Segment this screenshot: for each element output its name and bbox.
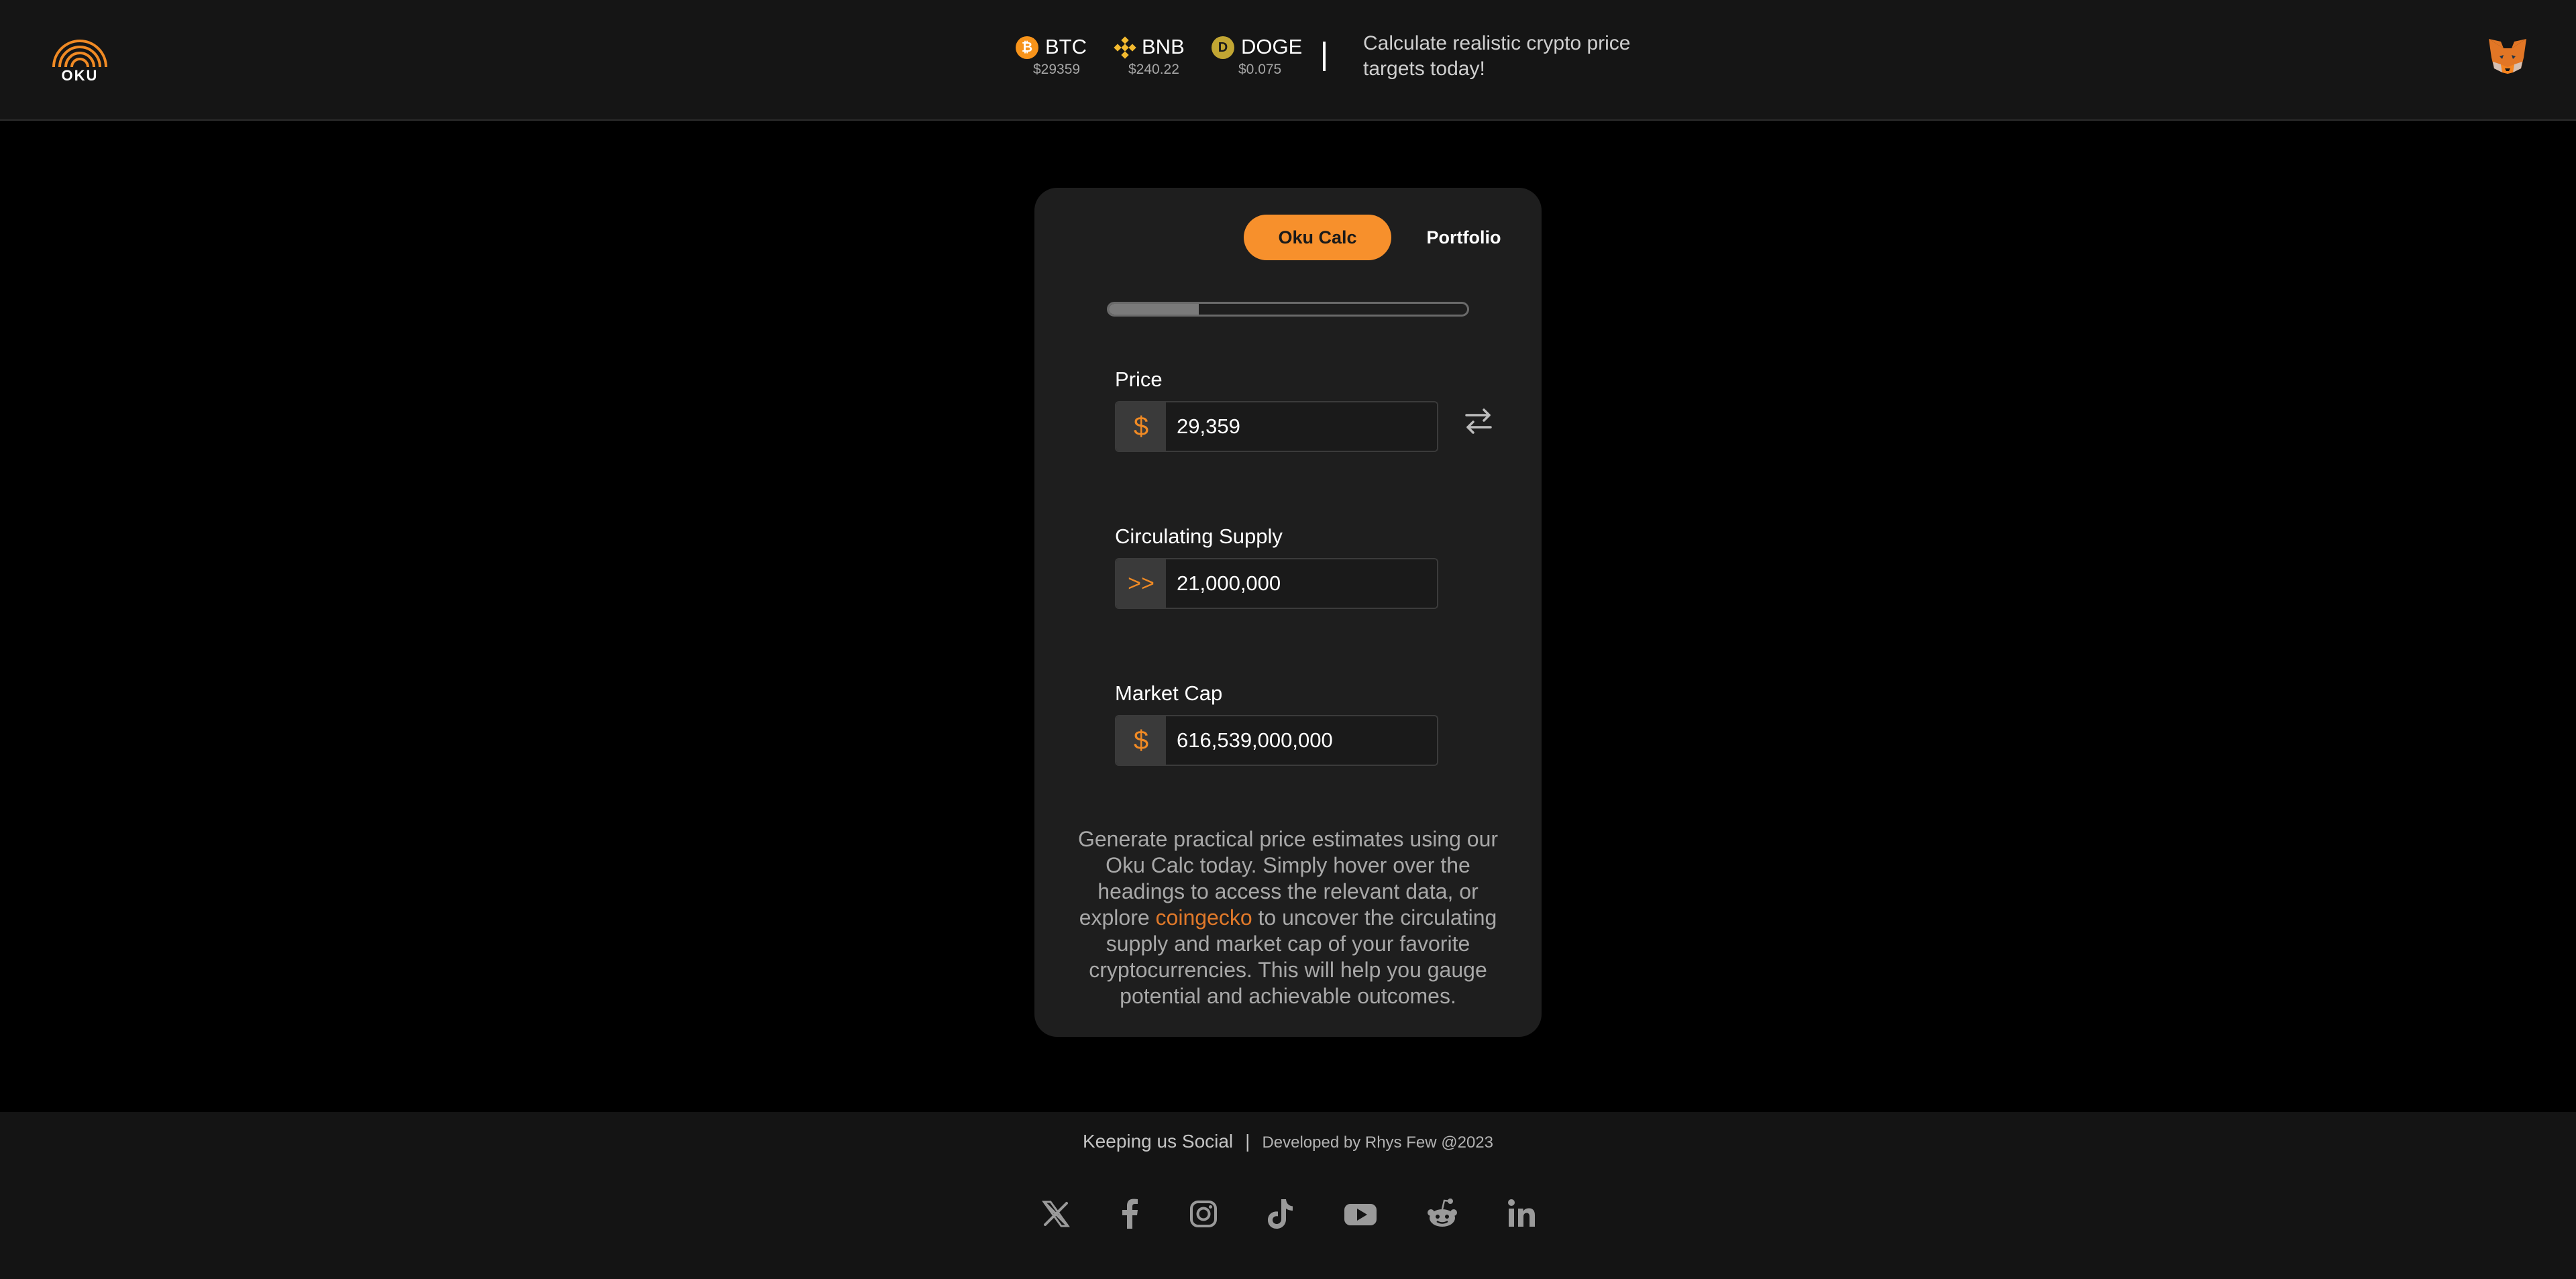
tiktok-icon[interactable]: [1260, 1194, 1300, 1234]
oku-logo-icon: [52, 40, 107, 68]
facebook-icon[interactable]: [1110, 1194, 1150, 1234]
supply-label[interactable]: Circulating Supply: [1115, 524, 1283, 549]
oku-logo[interactable]: OKU: [51, 23, 109, 87]
market-cap-label[interactable]: Market Cap: [1115, 681, 1222, 706]
progress-bar: [1107, 302, 1469, 317]
ticker-symbol: DOGE: [1241, 35, 1303, 58]
x-icon[interactable]: [1036, 1194, 1076, 1234]
price-field: $: [1115, 401, 1438, 452]
supply-input[interactable]: [1166, 559, 1437, 608]
ticker-btc: ₿ BTC $29359: [1016, 34, 1089, 80]
logo-text: OKU: [61, 67, 99, 84]
ticker-price: $29359: [1033, 62, 1081, 77]
top-header: OKU ₿ BTC $29359 BNB $240.22 D DOGE $0.0…: [0, 0, 2576, 121]
ticker-price: $0.075: [1238, 62, 1282, 77]
price-label[interactable]: Price: [1115, 368, 1163, 392]
market-cap-field: $: [1115, 715, 1438, 766]
page-footer: Keeping us Social | Developed by Rhys Few …: [0, 1112, 2576, 1279]
instagram-icon[interactable]: [1183, 1194, 1224, 1234]
progress-fill: [1109, 304, 1199, 315]
footer-developer: Developed by Rhys Few @2023: [1262, 1133, 1493, 1152]
ticker-symbol: BTC: [1045, 35, 1087, 58]
tab-portfolio[interactable]: Portfolio: [1410, 215, 1517, 260]
metamask-fox-icon[interactable]: [2487, 38, 2528, 75]
dollar-icon: $: [1116, 402, 1166, 451]
ticker-price: $240.22: [1128, 62, 1179, 77]
footer-credits: Keeping us Social | Developed by Rhys Few …: [0, 1131, 2576, 1152]
bnb-icon: [1114, 36, 1136, 59]
price-input[interactable]: [1166, 402, 1437, 451]
swap-arrows-icon[interactable]: [1461, 404, 1496, 439]
double-chevron-icon: >>: [1116, 559, 1166, 608]
bitcoin-icon: ₿: [1016, 36, 1038, 59]
linkedin-icon[interactable]: [1501, 1194, 1542, 1234]
footer-social-label: Keeping us Social: [1083, 1131, 1234, 1152]
doge-icon: D: [1212, 36, 1234, 59]
footer-separator: |: [1245, 1131, 1250, 1152]
dollar-icon: $: [1116, 716, 1166, 765]
calculator-card: Oku Calc Portfolio Price $ Circulating S…: [1034, 188, 1542, 1037]
reddit-icon[interactable]: [1422, 1194, 1462, 1234]
ticker-divider: [1323, 42, 1326, 71]
supply-field: >>: [1115, 558, 1438, 609]
ticker-doge: D DOGE $0.075: [1212, 34, 1303, 80]
ticker-symbol: BNB: [1142, 35, 1185, 58]
market-cap-input[interactable]: [1166, 716, 1437, 765]
ticker-bnb: BNB $240.22: [1114, 34, 1187, 80]
coingecko-link[interactable]: coingecko: [1156, 905, 1252, 930]
tab-oku-calc[interactable]: Oku Calc: [1244, 215, 1391, 260]
calc-description: Generate practical price estimates using…: [1068, 826, 1508, 1009]
header-tagline: Calculate realistic crypto price targets…: [1363, 32, 1631, 80]
youtube-icon[interactable]: [1340, 1194, 1381, 1234]
